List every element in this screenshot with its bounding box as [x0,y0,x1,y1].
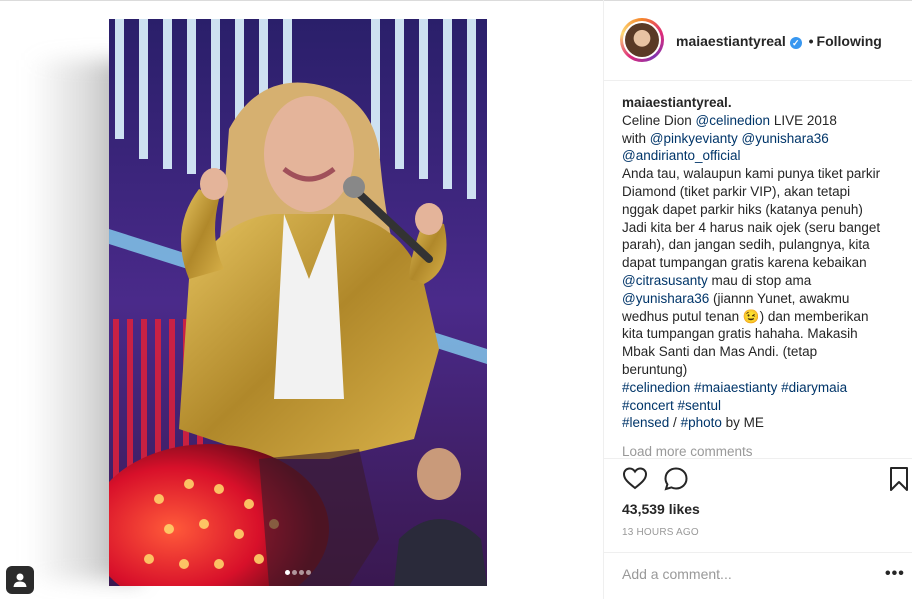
post-caption: maiaestiantyreal. Celine Dion @celinedio… [622,94,882,432]
post-actions [620,466,910,496]
bookmark-icon[interactable] [888,466,910,497]
post-side-panel: maiaestiantyreal ✓ • Following maiaestiant… [603,0,912,599]
mention-link[interactable]: @citrasusanty [622,273,708,288]
following-button[interactable]: Following [817,33,882,49]
carousel-dot [299,570,304,575]
username-link[interactable]: maiaestiantyreal [676,33,786,49]
comment-icon[interactable] [663,466,689,497]
post-header: maiaestiantyreal ✓ • Following [620,16,912,68]
user-tag-icon [13,573,27,587]
caption-username[interactable]: maiaestiantyreal [622,95,728,110]
mention-link[interactable]: @yunishara36 [742,131,829,146]
carousel-indicator [109,562,487,580]
hashtag-link[interactable]: #lensed [622,415,669,430]
carousel-dot-active [285,570,290,575]
carousel-dot [292,570,297,575]
caption-text: / [669,415,681,431]
mention-link[interactable]: @pinkyevianty [650,131,738,146]
caption-username-suffix: . [727,95,732,110]
caption-text: by ME [721,415,764,431]
avatar[interactable] [620,18,664,62]
load-more-comments[interactable]: Load more comments [622,444,753,459]
comment-divider [604,552,912,553]
likes-count[interactable]: 43,539 likes [622,501,700,517]
actions-divider [604,458,912,459]
mention-link[interactable]: @yunishara36 [622,291,709,306]
carousel-dot [306,570,311,575]
more-options-button[interactable]: ••• [885,565,905,583]
caption-text: mau di stop ama [707,272,812,288]
caption-text: Celine Dion [622,112,696,128]
hashtag-links[interactable]: #concert #sentul [622,398,721,413]
mention-link[interactable]: @andirianto_official [622,148,741,163]
hashtag-links[interactable]: #celinedion #maiaestianty #diarymaia [622,380,847,395]
hashtag-link[interactable]: #photo [681,415,722,430]
follow-separator: • [808,33,814,49]
caption-text: Anda tau, walaupun kami punya tiket park… [622,166,881,271]
post-photo[interactable] [109,19,487,586]
header-divider [604,80,912,81]
add-comment-input[interactable]: Add a comment... [622,566,892,582]
caption-text: with [622,130,650,146]
post-timestamp: 13 HOURS AGO [622,527,699,538]
caption-text: LIVE 2018 [770,112,837,128]
verified-badge-icon: ✓ [789,37,802,49]
concert-photo-image [109,19,487,586]
heart-icon[interactable] [622,466,648,495]
user-tag-badge[interactable] [6,566,34,594]
avatar-image [625,23,659,57]
mention-link[interactable]: @celinedion [696,113,771,128]
